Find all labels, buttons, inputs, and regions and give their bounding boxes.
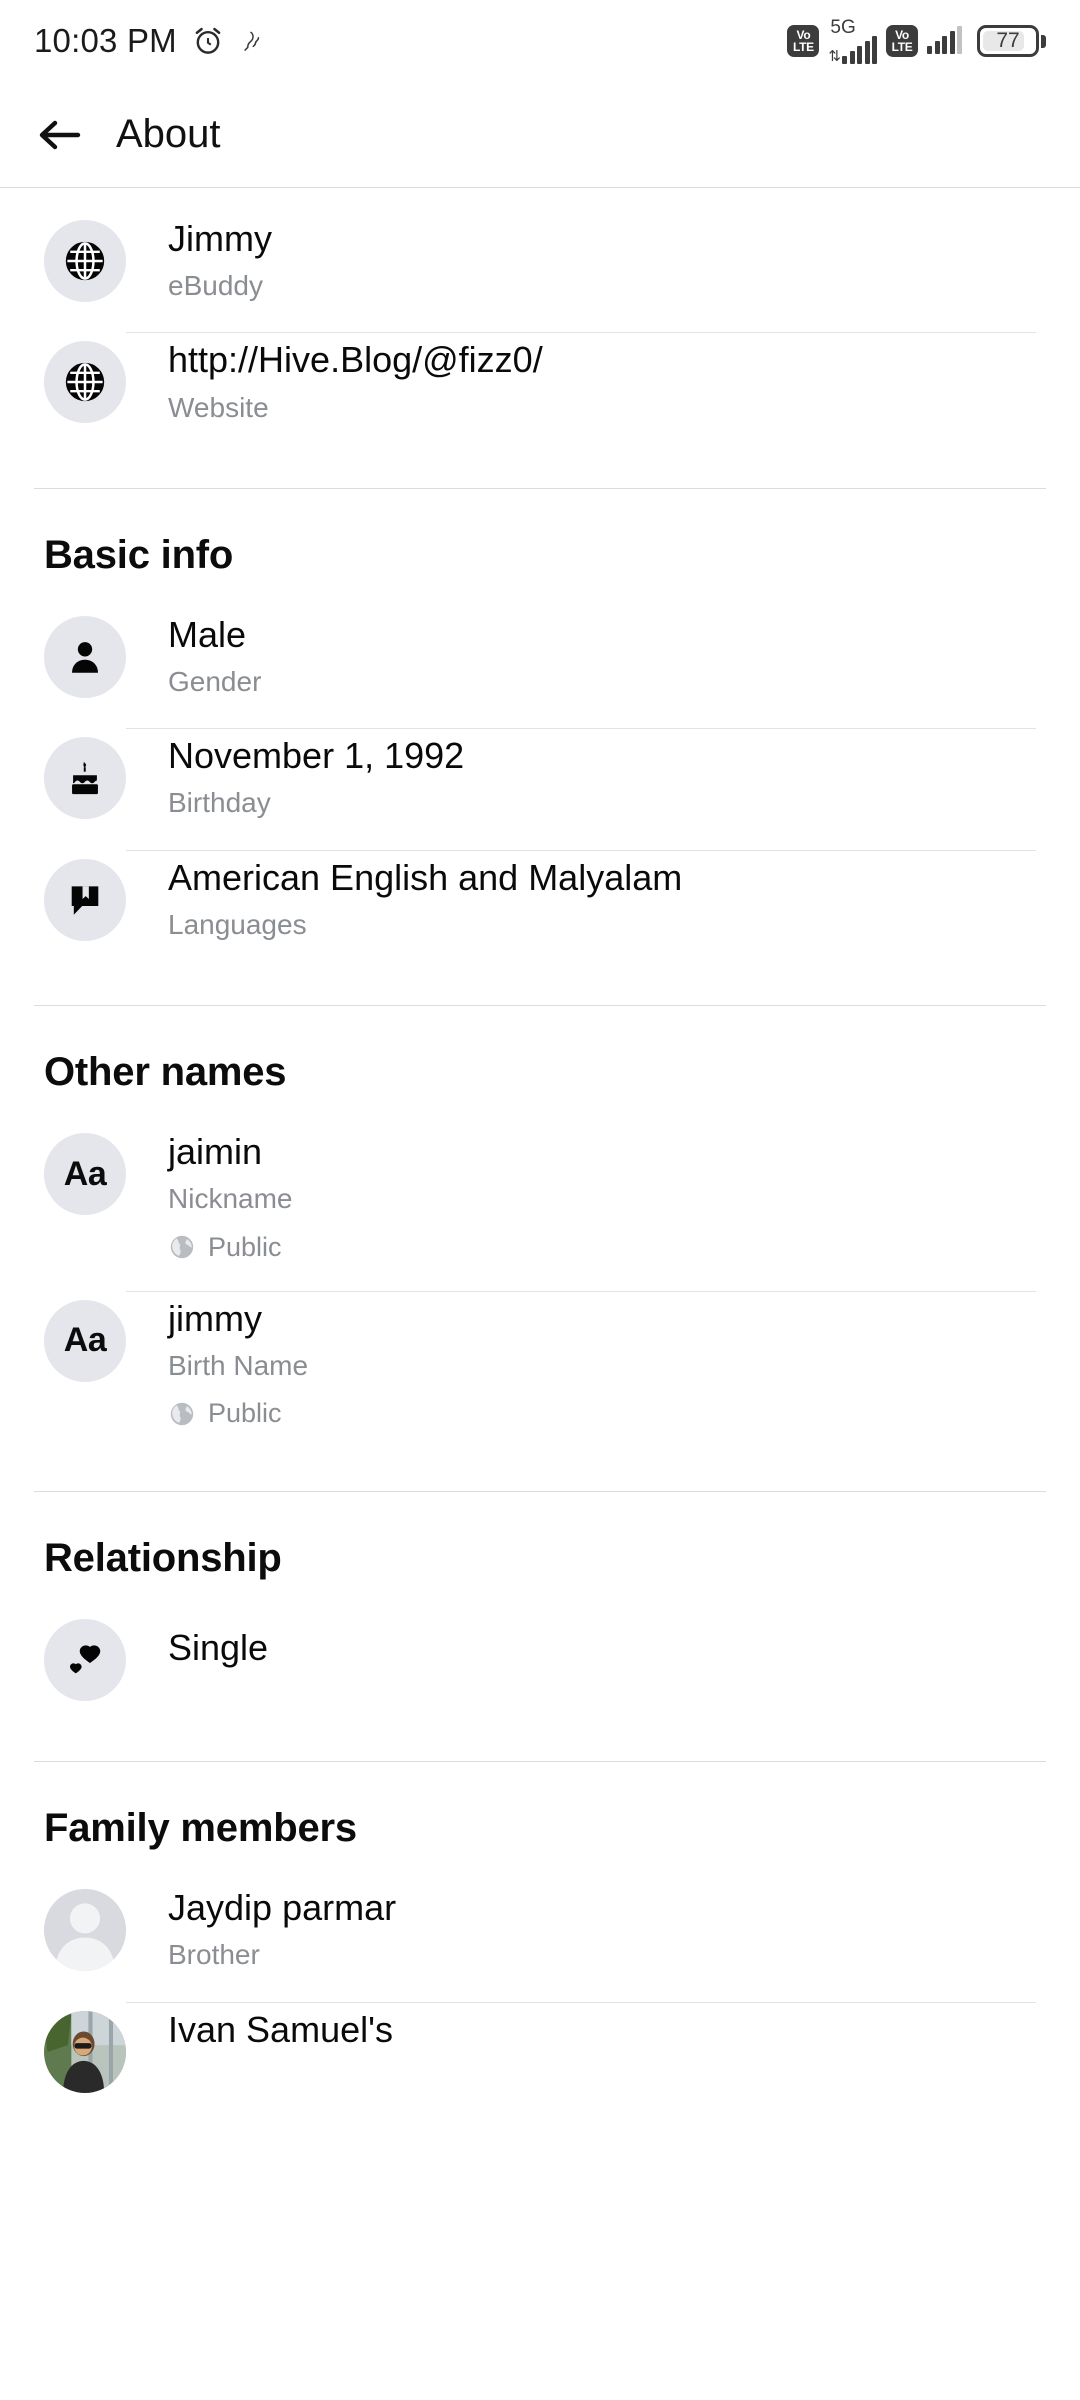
do-not-disturb-icon <box>239 27 265 55</box>
list-item-subtitle: Birth Name <box>168 1349 309 1381</box>
list-item[interactable]: Jimmy eBuddy <box>0 212 1080 334</box>
list-item[interactable]: http://Hive.Blog/@fizz0/ Website <box>0 333 1080 453</box>
status-bar-clock: 10:03 PM <box>34 22 177 59</box>
globe-icon <box>44 341 126 424</box>
about-content: Jimmy eBuddy http://Hive.Blog/@fizz0/ We… <box>0 188 1080 2113</box>
status-bar: 10:03 PM Vo LTE 5G ⇅ Vo LTE 77 <box>0 0 1080 82</box>
list-item-text: jaimin Nickname Public <box>126 1125 1036 1292</box>
list-item-text: Ivan Samuel's <box>126 2003 1036 2113</box>
privacy-label: Public <box>208 1231 282 1262</box>
list-item-text: Single <box>126 1611 1036 1699</box>
list-item-subtitle: eBuddy <box>168 270 263 302</box>
section-heading: Basic info <box>44 532 234 577</box>
list-item-title: November 1, 1992 <box>168 735 465 777</box>
list-item-subtitle: Nickname <box>168 1183 293 1215</box>
section-heading: Other names <box>44 1050 287 1095</box>
section-other-names: Other names Aa jaimin Nickname Public Aa… <box>0 1006 1080 1493</box>
list-item[interactable]: Single <box>0 1611 1080 1711</box>
list-item-text: November 1, 1992 Birthday <box>126 729 1036 851</box>
signal-sim1: 5G ⇅ <box>828 18 877 64</box>
battery-percentage: 77 <box>996 29 1020 52</box>
list-item-subtitle: Gender <box>168 666 262 698</box>
avatar <box>44 2010 126 2093</box>
list-item-title: American English and Malyalam <box>168 856 683 898</box>
globe-privacy-icon <box>168 1233 196 1261</box>
privacy-label: Public <box>208 1398 282 1429</box>
list-item-title: Jimmy <box>168 218 272 259</box>
section-family-members: Family members Jaydip parmar Brother Iva… <box>0 1762 1080 2112</box>
signal-bars-sim1 <box>842 36 877 64</box>
list-item[interactable]: Aa jaimin Nickname Public <box>0 1125 1080 1292</box>
list-item-title: http://Hive.Blog/@fizz0/ <box>168 339 543 381</box>
status-bar-left: 10:03 PM <box>34 22 265 60</box>
list-item-text: American English and Malyalam Languages <box>126 851 1036 971</box>
list-item-text: jimmy Birth Name Public <box>126 1292 1036 1457</box>
list-item[interactable]: American English and Malyalam Languages <box>0 851 1080 971</box>
list-item[interactable]: Aa jimmy Birth Name Public <box>0 1292 1080 1457</box>
volte-sim1-icon: Vo LTE <box>787 25 820 57</box>
list-item-title: jaimin <box>168 1131 263 1173</box>
section-contact-info: Jimmy eBuddy http://Hive.Blog/@fizz0/ We… <box>0 188 1080 489</box>
hearts-icon <box>44 1619 126 1702</box>
back-button[interactable] <box>32 108 86 162</box>
list-item-title: Male <box>168 613 247 655</box>
signal-bars-sim2 <box>927 26 962 54</box>
list-item-title: jimmy <box>168 1297 262 1339</box>
section-heading: Relationship <box>44 1536 282 1581</box>
privacy-indicator: Public <box>168 1218 1036 1263</box>
globe-icon <box>44 220 126 302</box>
cake-icon <box>44 737 126 820</box>
speech-bubble-icon <box>44 858 126 941</box>
list-item-title: Ivan Samuel's <box>168 2008 393 2050</box>
status-bar-right: Vo LTE 5G ⇅ Vo LTE 77 <box>787 18 1046 64</box>
list-item-text: Jimmy eBuddy <box>126 212 1036 334</box>
section-relationship: Relationship Single <box>0 1492 1080 1763</box>
list-item[interactable]: November 1, 1992 Birthday <box>0 729 1080 851</box>
list-item-title: Jaydip parmar <box>168 1887 397 1929</box>
list-item[interactable]: Jaydip parmar Brother <box>0 1881 1080 2003</box>
privacy-indicator: Public <box>168 1384 1036 1429</box>
list-item[interactable]: Male Gender <box>0 608 1080 730</box>
battery-indicator: 77 <box>977 25 1046 57</box>
list-item-subtitle: Birthday <box>168 787 271 819</box>
avatar <box>44 1889 126 1972</box>
list-item[interactable]: Ivan Samuel's <box>0 2003 1080 2113</box>
list-item-subtitle: Website <box>168 391 269 423</box>
volte-sim2-icon: Vo LTE <box>886 25 918 57</box>
list-item-title: Single <box>168 1627 269 1669</box>
list-item-subtitle: Brother <box>168 1939 260 1971</box>
list-item-text: http://Hive.Blog/@fizz0/ Website <box>126 333 1036 453</box>
app-bar: About <box>0 82 1080 188</box>
aa-icon: Aa <box>44 1133 126 1216</box>
list-item-subtitle: Languages <box>168 908 307 940</box>
aa-icon: Aa <box>44 1299 126 1382</box>
network-type-label: 5G <box>830 17 856 38</box>
data-transfer-icon: ⇅ <box>828 48 841 65</box>
globe-privacy-icon <box>168 1400 196 1428</box>
page-title: About <box>116 112 221 156</box>
list-item-text: Male Gender <box>126 608 1036 730</box>
list-item-text: Jaydip parmar Brother <box>126 1881 1036 2003</box>
alarm-icon <box>191 24 225 58</box>
section-basic-info: Basic info Male Gender November 1, 1992 … <box>0 489 1080 1007</box>
person-icon <box>44 615 126 698</box>
section-heading: Family members <box>44 1806 357 1851</box>
